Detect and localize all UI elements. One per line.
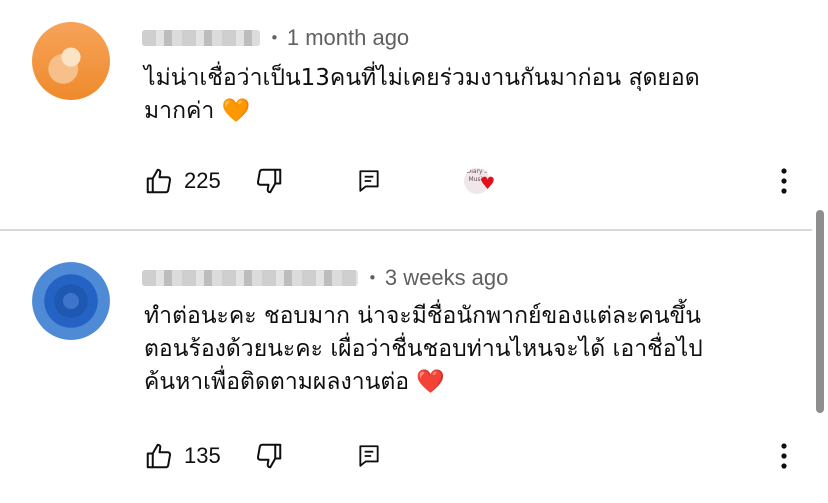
comment-timestamp[interactable]: 3 weeks ago xyxy=(385,265,509,291)
dislike-button[interactable] xyxy=(254,441,356,471)
comment-thread: • 3 weeks ago ทำต่อนะคะ ชอบมาก น่าจะมีชื… xyxy=(0,238,812,503)
more-options-button[interactable] xyxy=(772,166,796,196)
more-vert-icon xyxy=(781,168,787,194)
like-button[interactable]: 225 xyxy=(144,166,254,196)
comment-text-line: ทำต่อนะคะ ชอบมาก น่าจะมีชื่อนักพากย์ของแ… xyxy=(144,303,701,329)
comment-text-line: ตอนร้องด้วยนะคะ เผื่อว่าชื่นชอบท่านไหนจะ… xyxy=(144,336,703,362)
avatar[interactable] xyxy=(32,22,110,100)
comment-divider xyxy=(0,229,812,231)
comment-text: ทำต่อนะคะ ชอบมาก น่าจะมีชื่อนักพากย์ของแ… xyxy=(144,300,784,399)
like-count: 225 xyxy=(184,168,221,193)
thumb-down-icon xyxy=(256,443,282,469)
comment-timestamp[interactable]: 1 month ago xyxy=(287,25,409,51)
reply-button[interactable] xyxy=(356,443,464,469)
creator-heart-badge[interactable]: Diary's Music ♥ xyxy=(464,166,504,196)
comment-text-line: ค้นหาเพื่อติดตามผลงานต่อ ❤️ xyxy=(144,369,446,395)
comment-header: • 1 month ago xyxy=(142,22,409,54)
separator-dot: • xyxy=(368,269,377,287)
more-vert-icon xyxy=(781,443,787,469)
comment-actions: 135 xyxy=(144,438,796,474)
author-name-redacted[interactable] xyxy=(142,270,358,286)
reply-comment-icon xyxy=(359,445,379,467)
comment-text: ไม่น่าเชื่อว่าเป็น13คนที่ไม่เคยร่วมงานกั… xyxy=(144,62,784,128)
thumb-down-icon xyxy=(256,168,282,194)
comment-actions: 225 Diary's Music ♥ xyxy=(144,163,796,199)
author-name-redacted[interactable] xyxy=(142,30,260,46)
more-options-button[interactable] xyxy=(772,441,796,471)
separator-dot: • xyxy=(270,29,279,47)
like-button[interactable]: 135 xyxy=(144,441,254,471)
creator-heart-icon: ♥ xyxy=(480,174,496,194)
comment-text-line: ไม่น่าเชื่อว่าเป็น13คนที่ไม่เคยร่วมงานกั… xyxy=(144,65,700,91)
like-count: 135 xyxy=(184,443,221,468)
avatar[interactable] xyxy=(32,262,110,340)
dislike-button[interactable] xyxy=(254,166,356,196)
comment-thread: • 1 month ago ไม่น่าเชื่อว่าเป็น13คนที่ไ… xyxy=(0,0,812,226)
comment-text-line: มากค่า 🧡 xyxy=(144,98,251,124)
reply-comment-icon xyxy=(359,170,379,192)
comment-header: • 3 weeks ago xyxy=(142,262,508,294)
reply-button[interactable] xyxy=(356,168,464,194)
thumb-up-icon xyxy=(146,443,172,469)
scrollbar-thumb[interactable] xyxy=(816,210,824,413)
thumb-up-icon xyxy=(146,168,172,194)
